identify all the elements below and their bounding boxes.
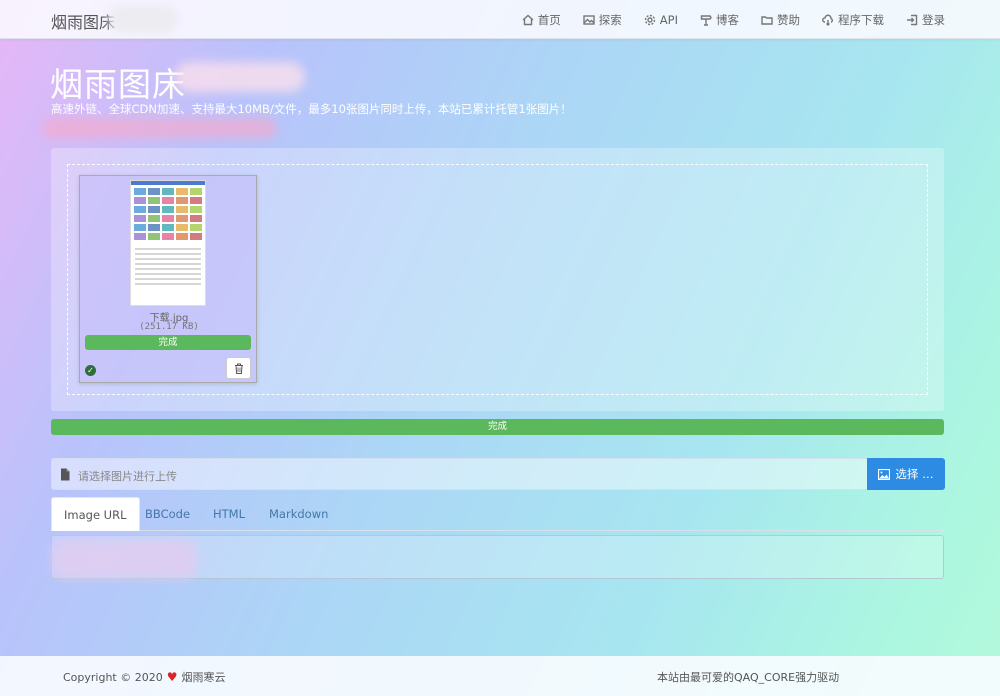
nav-item-blog[interactable]: 博客 <box>700 12 739 28</box>
trash-icon <box>234 363 243 374</box>
signpost-icon <box>700 14 712 26</box>
blurred-region <box>175 62 305 92</box>
blurred-region <box>42 118 277 138</box>
drop-zone[interactable]: 下载.jpg (251.17 KB) 完成 ✓ <box>67 164 928 395</box>
gear-icon <box>644 14 655 25</box>
cloud-download-icon <box>822 14 833 26</box>
image-icon <box>583 14 595 25</box>
blurred-region <box>108 5 178 33</box>
nav-item-login[interactable]: 登录 <box>906 12 945 28</box>
delete-file-button[interactable] <box>226 357 251 379</box>
nav-item-label: 探索 <box>598 12 622 27</box>
login-icon <box>907 14 918 25</box>
tab-image-url[interactable]: Image URL <box>51 497 140 531</box>
nav-item-home[interactable]: 首页 <box>522 12 561 28</box>
navbar: 烟雨图床 首页 探索 API 博客 赞助 程序下载 登录 <box>0 0 1000 39</box>
nav-menu: 首页 探索 API 博客 赞助 程序下载 登录 <box>522 0 945 39</box>
file-preview-card: 下载.jpg (251.17 KB) 完成 ✓ <box>79 175 257 383</box>
choose-file-label: 选择 … <box>895 467 934 481</box>
tab-html[interactable]: HTML <box>201 497 257 531</box>
nav-item-api[interactable]: API <box>644 13 678 27</box>
blurred-region <box>52 540 197 578</box>
brand-logo[interactable]: 烟雨图床 <box>51 9 115 33</box>
link-output-textarea[interactable] <box>51 535 944 579</box>
output-format-tabs: Image URL BBCode HTML Markdown <box>51 497 944 531</box>
nav-item-label: API <box>659 12 678 27</box>
nav-item-download[interactable]: 程序下载 <box>822 12 884 28</box>
folder-icon <box>761 15 773 25</box>
file-size: (251.17 KB) <box>139 322 199 332</box>
file-progress-bar: 完成 <box>85 335 251 350</box>
page-title: 烟雨图床 <box>50 65 186 104</box>
nav-item-label: 程序下载 <box>838 12 884 27</box>
copyright-owner[interactable]: 烟雨寒云 <box>182 669 226 685</box>
nav-item-label: 赞助 <box>777 12 800 27</box>
nav-item-explore[interactable]: 探索 <box>583 12 622 28</box>
footer: Copyright © 2020 ♥ 烟雨寒云 本站由最可爱的QAQ_CORE强… <box>0 656 1000 696</box>
heart-icon: ♥ <box>166 670 178 684</box>
copyright: Copyright © 2020 ♥ 烟雨寒云 <box>63 669 226 685</box>
powered-by: 本站由最可爱的QAQ_CORE强力驱动 <box>657 671 840 684</box>
tab-markdown[interactable]: Markdown <box>257 497 340 531</box>
image-thumbnail <box>130 180 206 306</box>
copyright-text: Copyright © 2020 <box>63 670 163 684</box>
upload-panel: 下载.jpg (251.17 KB) 完成 ✓ <box>51 148 944 411</box>
check-circle-icon: ✓ <box>85 365 96 376</box>
file-path-field[interactable]: 请选择图片进行上传 <box>51 458 867 490</box>
file-icon <box>61 468 70 481</box>
home-icon <box>522 14 534 25</box>
nav-item-label: 首页 <box>537 12 561 27</box>
overall-progress-bar: 完成 <box>51 419 944 435</box>
page-subtitle: 高速外链、全球CDN加速、支持最大10MB/文件，最多10张图片同时上传，本站已… <box>51 102 572 116</box>
file-path-placeholder: 请选择图片进行上传 <box>78 470 177 483</box>
tab-bbcode[interactable]: BBCode <box>133 497 202 531</box>
nav-item-sponsor[interactable]: 赞助 <box>761 12 800 28</box>
image-icon <box>878 468 891 480</box>
nav-item-label: 登录 <box>922 12 945 27</box>
choose-file-button[interactable]: 选择 … <box>867 458 945 490</box>
nav-item-label: 博客 <box>716 12 739 27</box>
